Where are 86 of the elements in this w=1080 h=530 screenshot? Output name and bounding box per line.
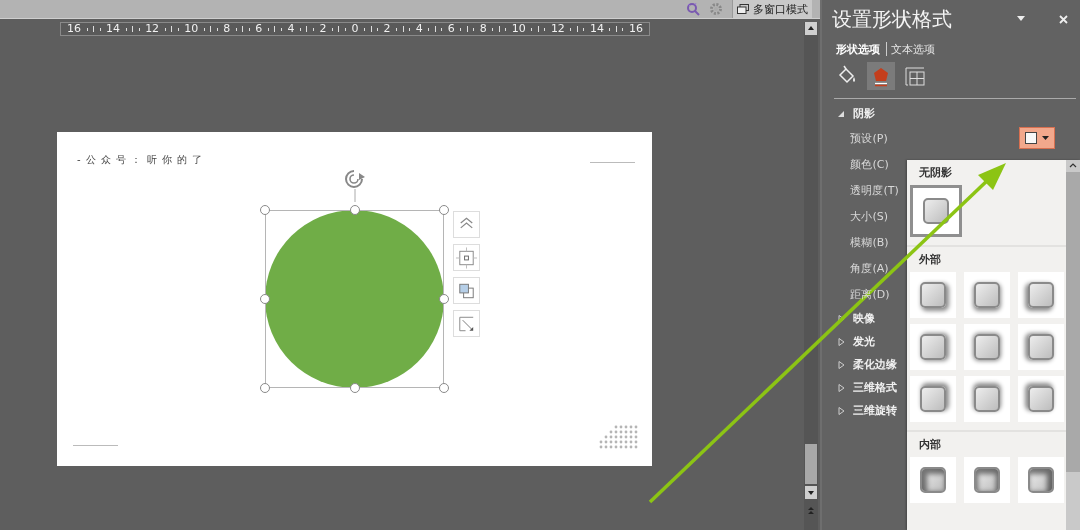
dot-grid-drawing — [599, 425, 639, 449]
shadow-preset-option[interactable] — [910, 272, 957, 318]
crosshair-box-icon — [455, 245, 478, 270]
collapsed-triangle-icon — [838, 406, 846, 415]
shadow-preset-option[interactable] — [1018, 376, 1065, 422]
resize-handle[interactable] — [439, 294, 449, 304]
expanded-triangle-icon — [838, 109, 846, 118]
overlapping-squares-button[interactable] — [453, 277, 480, 304]
vertical-scrollbar[interactable] — [804, 22, 819, 530]
multi-window-button[interactable]: 多窗口模式 — [732, 0, 813, 18]
resize-handle[interactable] — [439, 383, 449, 393]
ruler-number: 4 — [415, 23, 423, 35]
caret-icon — [1042, 136, 1049, 140]
property-label: 透明度(T) — [850, 182, 899, 198]
dropdown-caret-icon[interactable] — [1017, 16, 1027, 22]
shadow-preset-dropdown[interactable] — [1019, 127, 1055, 149]
property-label: 角度(A) — [850, 260, 889, 276]
ruler-number: 10 — [511, 23, 526, 35]
scroll-down-button[interactable] — [805, 486, 818, 499]
decorative-line — [73, 445, 118, 446]
ruler-number: 8 — [223, 23, 231, 35]
diagonal-arrow-box-button[interactable] — [453, 310, 480, 337]
shadow-preset-option[interactable] — [964, 457, 1011, 503]
ruler-number: 8 — [479, 23, 487, 35]
shadow-preset-option[interactable] — [964, 324, 1011, 370]
resize-handle[interactable] — [349, 383, 360, 393]
shadow-preset-option[interactable] — [1018, 324, 1065, 370]
pane-title: 设置形状格式 — [832, 5, 954, 33]
section-header[interactable]: 柔化边缘 — [822, 353, 898, 376]
shadow-preset-option[interactable] — [1018, 457, 1065, 503]
menu-group-title: 内部 — [918, 437, 943, 453]
ruler-number: 2 — [319, 23, 327, 35]
collapsed-triangle-icon — [838, 337, 846, 346]
menu-group-title: 外部 — [918, 252, 943, 268]
collapsed-triangle-icon — [838, 360, 846, 369]
ruler-number: 16 — [67, 23, 81, 35]
property-label: 预设(P) — [850, 130, 888, 146]
shadow-preset-option[interactable] — [910, 185, 963, 237]
circle-shape[interactable] — [265, 210, 444, 388]
shadow-preset-option[interactable] — [910, 376, 957, 422]
ruler-number: 12 — [145, 23, 160, 35]
pane-tab[interactable]: 文本选项 — [891, 41, 940, 57]
collapsed-triangle-icon — [838, 383, 846, 392]
ruler-number: 6 — [447, 23, 455, 35]
pane-tab[interactable]: 形状选项 — [836, 41, 885, 57]
section-header[interactable]: 阴影 — [822, 102, 876, 125]
scrollbar-thumb[interactable] — [1066, 172, 1080, 472]
menu-group-title: 无阴影 — [918, 165, 954, 181]
section-header[interactable]: 发光 — [822, 330, 876, 353]
shadow-preset-option[interactable] — [1018, 272, 1065, 318]
shadow-preset-option[interactable] — [964, 272, 1011, 318]
resize-handle[interactable] — [349, 205, 360, 215]
layout-options-button[interactable] — [453, 211, 480, 238]
shadow-preset-option[interactable] — [910, 324, 957, 370]
scroll-up-button[interactable] — [805, 22, 818, 35]
ruler-number: 6 — [255, 23, 263, 35]
resize-handle[interactable] — [260, 294, 270, 304]
windows-icon — [737, 4, 750, 14]
ruler-number: 16 — [629, 23, 643, 35]
ruler-number: 4 — [287, 23, 295, 35]
section-header[interactable]: 三维格式 — [822, 376, 898, 399]
search-icon[interactable] — [686, 2, 701, 16]
property-label: 模糊(B) — [850, 234, 889, 250]
scrollbar-thumb[interactable] — [805, 444, 818, 484]
ruler-number: 0 — [351, 23, 359, 35]
ruler-number: 14 — [589, 23, 604, 35]
resize-handle[interactable] — [439, 205, 449, 215]
decorative-line — [590, 162, 635, 163]
property-label: 大小(S) — [850, 208, 889, 224]
section-header[interactable]: 映像 — [822, 307, 876, 330]
crosshair-box-button[interactable] — [453, 244, 480, 271]
ruler-number: 10 — [184, 23, 199, 35]
close-icon[interactable] — [1059, 14, 1068, 24]
menu-scrollbar[interactable] — [1066, 160, 1080, 530]
section-header[interactable]: 三维旋转 — [822, 399, 898, 422]
ruler-number: 12 — [550, 23, 565, 35]
ruler-number: 2 — [383, 23, 391, 35]
resize-handle[interactable] — [260, 205, 270, 215]
ruler-number: 14 — [106, 23, 121, 35]
shadow-preset-option[interactable] — [910, 457, 957, 503]
resize-handle[interactable] — [260, 383, 270, 393]
square-icon — [1025, 132, 1037, 144]
property-label: 颜色(C) — [850, 156, 889, 172]
shadow-preset-option[interactable] — [964, 376, 1011, 422]
slide-header-text: - 公 众 号 ： 听 你 的 了 — [77, 153, 204, 167]
layout-grid-icon — [904, 65, 927, 87]
